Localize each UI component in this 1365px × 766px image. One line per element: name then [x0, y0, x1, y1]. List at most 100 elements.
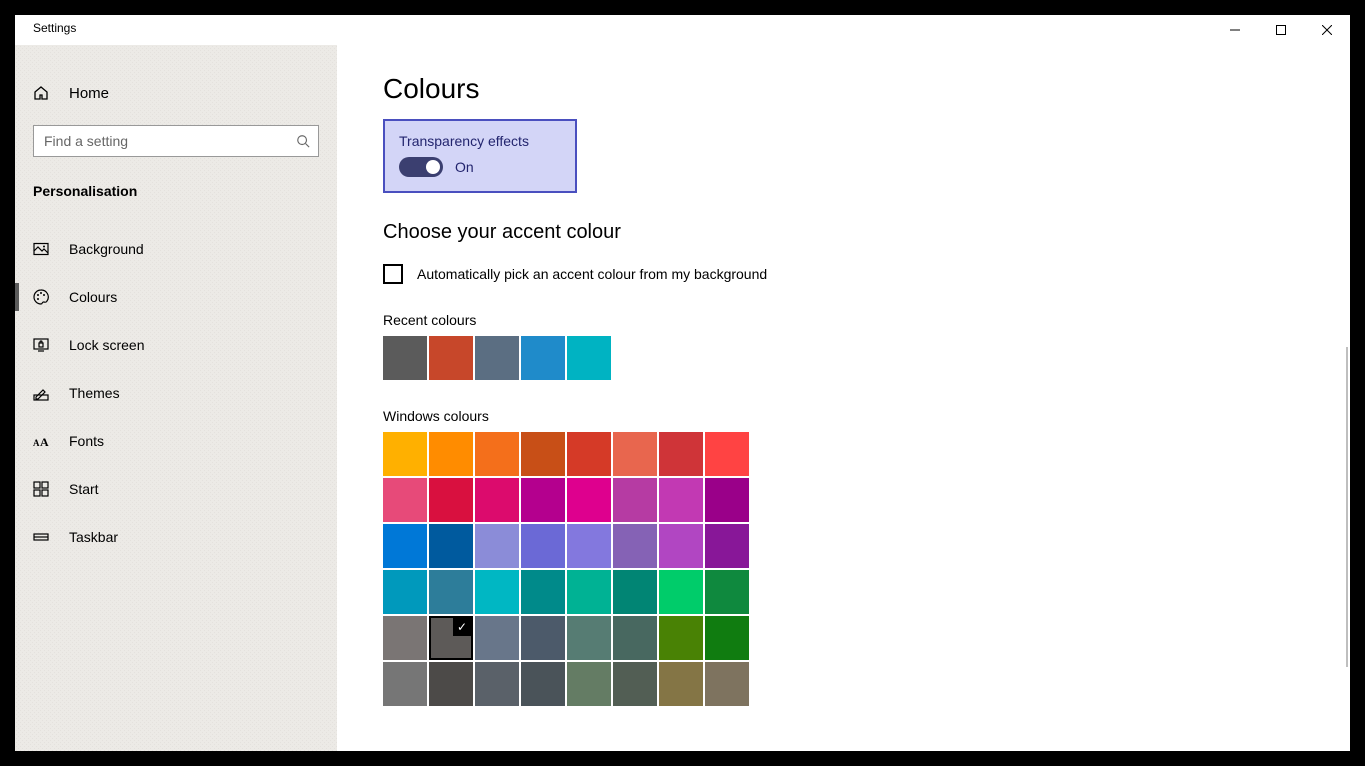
windows-colour-swatch[interactable]: [475, 616, 519, 660]
windows-colour-swatch[interactable]: [429, 524, 473, 568]
windows-colour-swatch[interactable]: [521, 662, 565, 706]
windows-colour-swatch[interactable]: [613, 524, 657, 568]
minimize-button[interactable]: [1212, 15, 1258, 45]
transparency-label: Transparency effects: [399, 133, 529, 149]
windows-colour-swatch[interactable]: [383, 662, 427, 706]
recent-colour-swatch[interactable]: [383, 336, 427, 380]
recent-colours-row: [383, 336, 1350, 380]
accent-heading: Choose your accent colour: [383, 221, 1350, 244]
windows-colour-swatch[interactable]: [429, 662, 473, 706]
windows-colour-swatch[interactable]: [567, 570, 611, 614]
minimize-icon: [1230, 25, 1240, 35]
content-area: Colours Transparency effects On Choose y…: [337, 45, 1350, 751]
windows-colour-swatch[interactable]: [521, 570, 565, 614]
transparency-toggle[interactable]: [399, 157, 443, 177]
windows-colour-swatch[interactable]: [567, 478, 611, 522]
picture-icon: [33, 241, 49, 257]
sidebar-item-themes[interactable]: Themes: [15, 369, 337, 417]
windows-colour-swatch[interactable]: [705, 570, 749, 614]
sidebar-item-fonts[interactable]: AA Fonts: [15, 417, 337, 465]
windows-colour-swatch[interactable]: [613, 478, 657, 522]
sidebar-item-label: Background: [69, 241, 144, 257]
windows-colour-swatch[interactable]: [659, 524, 703, 568]
windows-colour-swatch[interactable]: [659, 616, 703, 660]
windows-colour-swatch[interactable]: [567, 616, 611, 660]
windows-colour-swatch[interactable]: [613, 570, 657, 614]
windows-colour-swatch[interactable]: [705, 662, 749, 706]
taskbar-icon: [33, 529, 49, 545]
recent-colour-swatch[interactable]: [521, 336, 565, 380]
windows-colour-swatch[interactable]: [383, 524, 427, 568]
windows-colour-swatch[interactable]: [613, 616, 657, 660]
windows-colour-swatch[interactable]: [383, 616, 427, 660]
settings-window: Settings Home Find a setting: [15, 15, 1350, 751]
windows-colour-swatch[interactable]: [429, 570, 473, 614]
windows-colour-swatch[interactable]: [429, 478, 473, 522]
windows-colour-swatch[interactable]: [659, 478, 703, 522]
sidebar-item-label: Lock screen: [69, 337, 144, 353]
windows-colour-swatch[interactable]: [705, 524, 749, 568]
windows-colour-swatch[interactable]: [659, 570, 703, 614]
windows-colour-swatch[interactable]: [613, 662, 657, 706]
maximize-button[interactable]: [1258, 15, 1304, 45]
windows-colour-swatch[interactable]: [567, 524, 611, 568]
windows-colour-swatch[interactable]: [383, 570, 427, 614]
windows-colours-grid: ✓: [383, 432, 1350, 706]
windows-colour-swatch[interactable]: [567, 432, 611, 476]
close-icon: [1322, 25, 1332, 35]
recent-colour-swatch[interactable]: [429, 336, 473, 380]
windows-colour-swatch[interactable]: [475, 524, 519, 568]
windows-colour-swatch[interactable]: [429, 432, 473, 476]
sidebar-item-background[interactable]: Background: [15, 225, 337, 273]
windows-colour-swatch[interactable]: [659, 662, 703, 706]
windows-colour-swatch[interactable]: [383, 432, 427, 476]
sidebar-item-taskbar[interactable]: Taskbar: [15, 513, 337, 561]
window-controls: [1212, 15, 1350, 45]
recent-colour-swatch[interactable]: [567, 336, 611, 380]
search-input[interactable]: Find a setting: [33, 125, 319, 157]
windows-colour-swatch[interactable]: [475, 432, 519, 476]
fonts-icon: AA: [33, 434, 49, 448]
transparency-state: On: [455, 159, 474, 175]
windows-colour-swatch[interactable]: [383, 478, 427, 522]
auto-pick-row[interactable]: Automatically pick an accent colour from…: [383, 264, 1350, 284]
close-button[interactable]: [1304, 15, 1350, 45]
sidebar-item-label: Start: [69, 481, 99, 497]
recent-colour-swatch[interactable]: [475, 336, 519, 380]
windows-colour-swatch[interactable]: [521, 524, 565, 568]
sidebar-item-start[interactable]: Start: [15, 465, 337, 513]
windows-colour-swatch[interactable]: [613, 432, 657, 476]
windows-colour-swatch[interactable]: [475, 478, 519, 522]
sidebar-home[interactable]: Home: [15, 69, 337, 117]
windows-colour-swatch[interactable]: [475, 570, 519, 614]
windows-colour-swatch[interactable]: ✓: [429, 616, 473, 660]
palette-icon: [33, 289, 49, 305]
sidebar-home-label: Home: [69, 85, 109, 102]
start-icon: [33, 481, 49, 497]
windows-colour-swatch[interactable]: [521, 432, 565, 476]
page-title: Colours: [383, 73, 1350, 105]
transparency-card: Transparency effects On: [383, 119, 577, 193]
title-bar: Settings: [15, 15, 1350, 45]
auto-pick-checkbox[interactable]: [383, 264, 403, 284]
windows-colour-swatch[interactable]: [521, 478, 565, 522]
windows-colour-swatch[interactable]: [521, 616, 565, 660]
windows-colour-swatch[interactable]: [705, 616, 749, 660]
sidebar-nav: Background Colours Lock screen Themes AA Font…: [15, 207, 337, 561]
scrollbar[interactable]: [1346, 347, 1348, 667]
windows-colour-swatch[interactable]: [567, 662, 611, 706]
svg-text:A: A: [33, 438, 40, 448]
sidebar-item-lock-screen[interactable]: Lock screen: [15, 321, 337, 369]
sidebar-item-label: Fonts: [69, 433, 104, 449]
sidebar-item-colours[interactable]: Colours: [15, 273, 337, 321]
windows-colour-swatch[interactable]: [705, 432, 749, 476]
maximize-icon: [1276, 25, 1286, 35]
recent-colours-label: Recent colours: [383, 312, 1350, 328]
svg-text:A: A: [40, 435, 49, 448]
sidebar-item-label: Themes: [69, 385, 120, 401]
windows-colour-swatch[interactable]: [475, 662, 519, 706]
window-title: Settings: [15, 15, 76, 35]
auto-pick-label: Automatically pick an accent colour from…: [417, 266, 767, 282]
windows-colour-swatch[interactable]: [659, 432, 703, 476]
windows-colour-swatch[interactable]: [705, 478, 749, 522]
